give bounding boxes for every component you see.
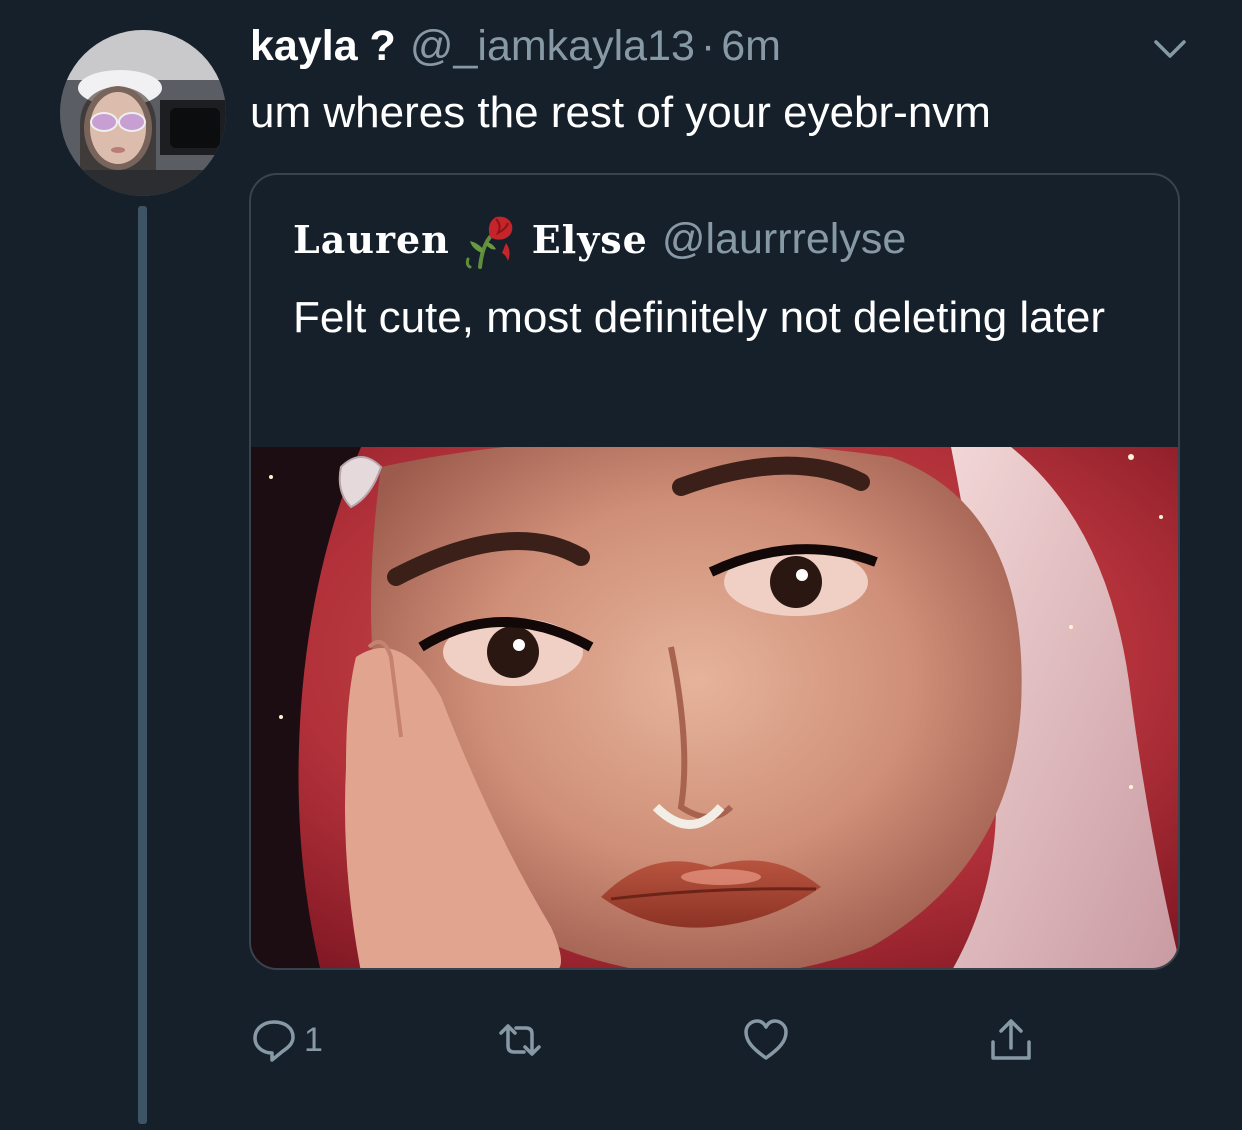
tweet-header: kayla ? @_iamkayla13 · 6m: [250, 22, 781, 82]
tweet-actions: 1: [250, 1010, 1050, 1070]
retweet-icon[interactable]: [496, 1016, 544, 1064]
tweet-text: um wheres the rest of your eyebr-nvm: [250, 88, 991, 137]
quoted-tweet-text: Felt cute, most definitely not deleting …: [293, 293, 1105, 342]
quoted-name-first: Lauren: [293, 216, 450, 262]
wilted-rose-icon: [465, 216, 513, 269]
quoted-tweet-header: Lauren Elyse @laurrrelyse: [293, 211, 907, 269]
tweet[interactable]: kayla ? @_iamkayla13 · 6m um wheres the …: [0, 0, 1242, 1130]
separator-dot: ·: [700, 22, 716, 70]
timestamp[interactable]: 6m: [721, 22, 781, 71]
reply-count: 1: [304, 1020, 323, 1059]
share-icon[interactable]: [987, 1016, 1035, 1064]
chevron-down-icon[interactable]: [1150, 34, 1190, 64]
quoted-tweet[interactable]: Lauren Elyse @laurrrelyse Felt cute, mos…: [249, 173, 1180, 970]
user-handle[interactable]: @_iamkayla13: [410, 22, 695, 71]
reply-icon[interactable]: [250, 1016, 298, 1064]
heart-icon[interactable]: [742, 1016, 790, 1064]
quoted-name-last: Elyse: [531, 216, 648, 262]
thread-line: [138, 206, 147, 1124]
retweet-button[interactable]: [496, 1010, 544, 1070]
quoted-tweet-photo[interactable]: [251, 447, 1180, 970]
quoted-handle: @laurrrelyse: [661, 214, 907, 263]
like-button[interactable]: [742, 1010, 790, 1070]
share-button[interactable]: [987, 1010, 1035, 1070]
avatar[interactable]: [60, 30, 226, 196]
display-name[interactable]: kayla ?: [250, 22, 396, 71]
reply-button[interactable]: 1: [250, 1010, 323, 1070]
